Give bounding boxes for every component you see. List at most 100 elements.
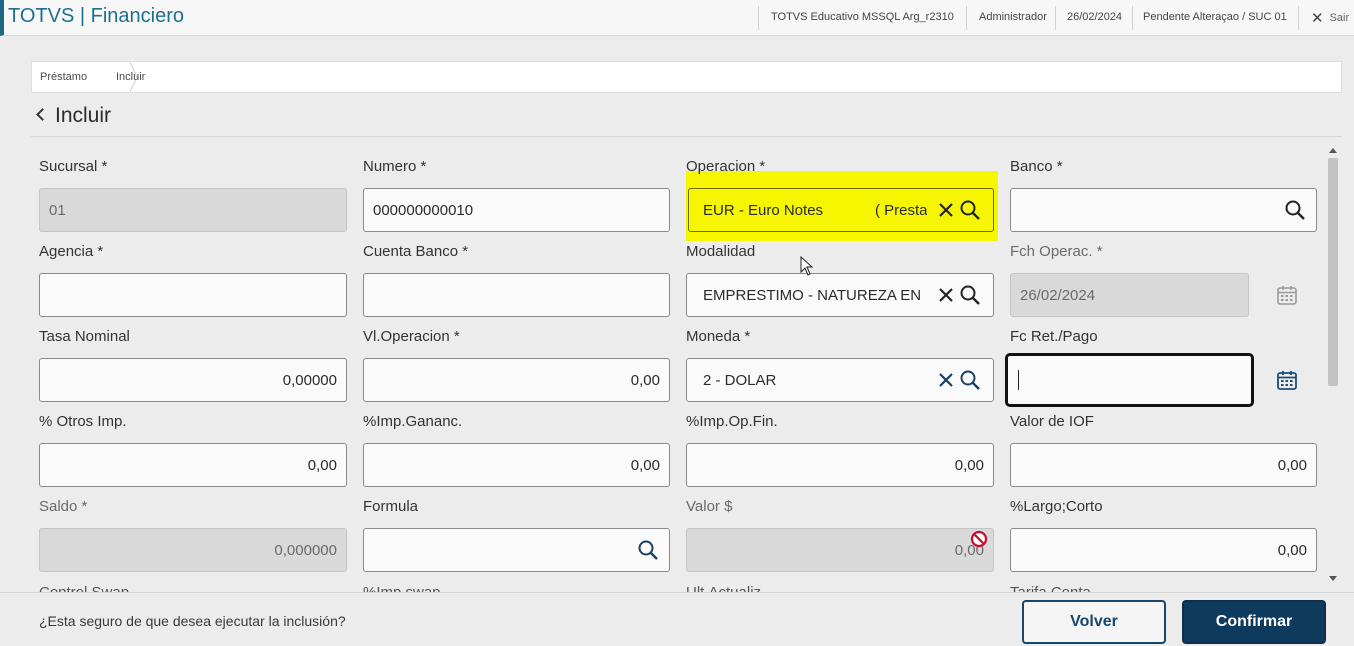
sucursal-input: 01 xyxy=(39,188,347,232)
saldo-input: 0,000000 xyxy=(39,528,347,572)
cuenta-banco-label: Cuenta Banco * xyxy=(363,243,469,260)
valor-iof-input[interactable]: 0,00 xyxy=(1010,443,1317,487)
exit-label: Sair xyxy=(1329,12,1350,24)
breadcrumb: Préstamo Incluir xyxy=(31,61,1342,93)
scrollbar[interactable] xyxy=(1326,146,1340,586)
vl-operacion-value: 0,00 xyxy=(630,372,660,389)
saldo-label: Saldo * xyxy=(39,498,88,515)
back-button[interactable]: Volver xyxy=(1022,600,1166,644)
divider xyxy=(966,6,967,30)
moneda-value: 2 - DOLAR xyxy=(703,372,777,389)
page-title-text: Incluir xyxy=(55,104,112,127)
numero-label: Numero * xyxy=(363,158,427,175)
banco-input[interactable] xyxy=(1010,188,1317,232)
footer-bar: ¿Esta seguro de que desea ejecutar la in… xyxy=(0,592,1354,646)
user-label: Administrador xyxy=(979,11,1047,23)
imp-op-fin-label: %Imp.Op.Fin. xyxy=(686,413,778,430)
otros-imp-label: % Otros Imp. xyxy=(39,413,127,430)
confirmation-message: ¿Esta seguro de que desea ejecutar la in… xyxy=(39,613,346,629)
valor-usd-input: 0,00 xyxy=(686,528,994,572)
valor-iof-value: 0,00 xyxy=(1277,457,1307,474)
confirm-button[interactable]: Confirmar xyxy=(1182,600,1326,644)
tasa-nominal-value: 0,00000 xyxy=(282,372,337,389)
divider xyxy=(1298,6,1299,30)
imp-swap-label: %Imp.swap xyxy=(363,584,441,592)
imp-op-fin-input[interactable]: 0,00 xyxy=(686,443,994,487)
control-swap-label: Control Swap xyxy=(39,584,129,592)
largo-corto-value: 0,00 xyxy=(1277,542,1307,559)
search-icon[interactable] xyxy=(1284,199,1306,221)
clear-icon[interactable] xyxy=(935,369,957,391)
page-title[interactable]: Incluir xyxy=(36,104,112,128)
back-chevron-icon xyxy=(36,108,49,121)
numero-value: 000000000010 xyxy=(373,202,474,219)
app-title: TOTVS | Financiero xyxy=(8,5,184,27)
moneda-label: Moneda * xyxy=(686,328,751,345)
divider xyxy=(758,6,759,30)
operacion-value-suffix: ( Presta xyxy=(875,202,927,219)
banco-label: Banco * xyxy=(1010,158,1063,175)
environment-label: TOTVS Educativo MSSQL Arg_r2310 xyxy=(771,11,954,23)
formula-input[interactable] xyxy=(363,528,670,572)
modalidad-input[interactable]: EMPRESTIMO - NATUREZA EN xyxy=(686,273,994,317)
otros-imp-input[interactable]: 0,00 xyxy=(39,443,347,487)
divider xyxy=(31,136,1342,137)
scroll-thumb[interactable] xyxy=(1328,158,1338,386)
search-icon[interactable] xyxy=(637,539,659,561)
fch-operac-value: 26/02/2024 xyxy=(1020,287,1096,304)
search-icon[interactable] xyxy=(959,199,981,221)
numero-input[interactable]: 000000000010 xyxy=(363,188,670,232)
agencia-label: Agencia * xyxy=(39,243,104,260)
calendar-icon[interactable] xyxy=(1276,369,1298,391)
imp-op-fin-value: 0,00 xyxy=(954,457,984,474)
largo-corto-label: %Largo;Corto xyxy=(1010,498,1103,515)
modalidad-value: EMPRESTIMO - NATUREZA EN xyxy=(703,287,922,304)
largo-corto-input[interactable]: 0,00 xyxy=(1010,528,1317,572)
top-bar: TOTVS | Financiero TOTVS Educativo MSSQL… xyxy=(0,0,1354,36)
fc-ret-pago-label: Fc Ret./Pago xyxy=(1010,328,1098,345)
valor-usd-label: Valor $ xyxy=(686,498,733,515)
sucursal-value: 01 xyxy=(49,202,66,219)
operacion-input[interactable]: EUR - Euro Notes ( Presta xyxy=(688,188,994,232)
modalidad-label: Modalidad xyxy=(686,243,756,260)
divider xyxy=(1055,6,1056,30)
breadcrumb-item-prestamo[interactable]: Préstamo xyxy=(40,71,87,83)
status-label: Pendente Alteraçao / SUC 01 xyxy=(1143,11,1287,23)
saldo-value: 0,000000 xyxy=(274,542,337,559)
clear-icon[interactable] xyxy=(935,284,957,306)
tarifa-conta-label: Tarifa Conta xyxy=(1010,584,1091,592)
exit-button[interactable]: ✕ Sair xyxy=(1311,9,1349,27)
moneda-input[interactable]: 2 - DOLAR xyxy=(686,358,994,402)
text-caret xyxy=(1018,370,1019,390)
formula-label: Formula xyxy=(363,498,419,515)
imp-gananc-label: %Imp.Gananc. xyxy=(363,413,463,430)
tasa-nominal-label: Tasa Nominal xyxy=(39,328,130,345)
divider xyxy=(1132,6,1133,30)
ult-actualiz-label: Ult.Actualiz. xyxy=(686,584,765,592)
imp-gananc-input[interactable]: 0,00 xyxy=(363,443,670,487)
sucursal-label: Sucursal * xyxy=(39,158,108,175)
calendar-icon xyxy=(1276,284,1298,306)
otros-imp-value: 0,00 xyxy=(307,457,337,474)
valor-iof-label: Valor de IOF xyxy=(1010,413,1094,430)
not-allowed-cursor-icon xyxy=(970,530,988,548)
search-icon[interactable] xyxy=(959,284,981,306)
scroll-up-icon[interactable] xyxy=(1329,148,1337,153)
fch-operac-input: 26/02/2024 xyxy=(1010,273,1249,317)
breadcrumb-item-incluir: Incluir xyxy=(116,71,146,83)
operacion-label: Operacion * xyxy=(686,158,766,175)
fch-operac-label: Fch Operac. * xyxy=(1010,243,1103,260)
vl-operacion-input[interactable]: 0,00 xyxy=(363,358,670,402)
operacion-value: EUR - Euro Notes xyxy=(703,202,824,219)
imp-gananc-value: 0,00 xyxy=(630,457,660,474)
clear-icon[interactable] xyxy=(935,199,957,221)
fc-ret-pago-input[interactable] xyxy=(1005,353,1254,407)
date-label: 26/02/2024 xyxy=(1067,11,1123,23)
search-icon[interactable] xyxy=(959,369,981,391)
tasa-nominal-input[interactable]: 0,00000 xyxy=(39,358,347,402)
agencia-input[interactable] xyxy=(39,273,347,317)
mouse-cursor-icon xyxy=(800,256,814,276)
scroll-down-icon[interactable] xyxy=(1329,576,1337,581)
cuenta-banco-input[interactable] xyxy=(363,273,670,317)
vl-operacion-label: Vl.Operacion * xyxy=(363,328,460,345)
